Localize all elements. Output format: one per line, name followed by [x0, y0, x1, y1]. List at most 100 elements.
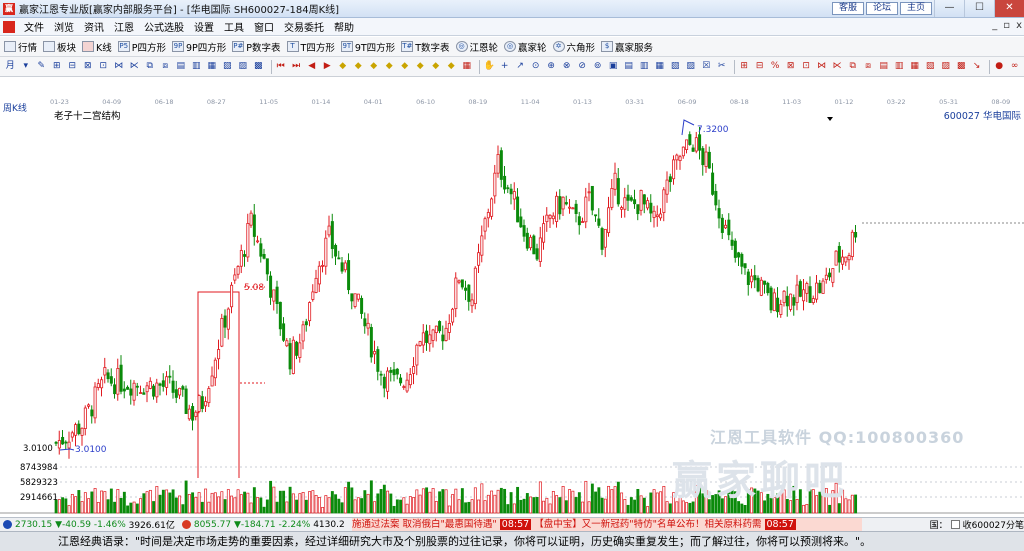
draw-tool-1-1-icon[interactable]: ⏭ — [290, 60, 303, 73]
draw-tool-3-12-icon[interactable]: ▧ — [924, 60, 937, 73]
draw-tool-2-15-icon[interactable]: ✂ — [715, 60, 728, 73]
menu-help[interactable]: 帮助 — [329, 19, 359, 34]
toolbar-item-7[interactable]: 9T 9T四方形 — [340, 40, 395, 54]
toolbar-item-5[interactable]: P# P数字表 — [232, 40, 281, 54]
toolbar-item-6[interactable]: T T四方形 — [286, 40, 335, 54]
draw-tool-3-11-icon[interactable]: ▦ — [908, 60, 921, 73]
toolbar-item-11[interactable]: ✡ 六角形 — [552, 40, 595, 54]
draw-tool-3-7-icon[interactable]: ⧉ — [846, 60, 859, 73]
draw-tool-2-3-icon[interactable]: ⊙ — [529, 60, 542, 73]
menu-formula-screener[interactable]: 公式选股 — [139, 19, 189, 34]
draw-tool-1-8-icon[interactable]: ◆ — [398, 60, 411, 73]
draw-tool-1-4-icon[interactable]: ◆ — [336, 60, 349, 73]
homepage-link[interactable]: 主页 — [900, 2, 932, 15]
draw-tool-2-4-icon[interactable]: ⊕ — [545, 60, 558, 73]
draw-tool-3-6-icon[interactable]: ⋉ — [831, 60, 844, 73]
indicator-name[interactable]: 老子十二宫结构 — [54, 108, 121, 122]
draw-tool-4-1-icon[interactable]: ∞ — [1008, 60, 1021, 73]
draw-tool-1-2-icon[interactable]: ◀ — [305, 60, 318, 73]
kline-chart[interactable]: 7.3200 3.0100 5.08 — [0, 77, 1024, 517]
draw-tool-0-0-icon[interactable]: 月 — [4, 60, 17, 73]
draw-tool-0-5-icon[interactable]: ⊠ — [82, 60, 95, 73]
menu-tools[interactable]: 工具 — [219, 19, 249, 34]
menu-settings[interactable]: 设置 — [189, 19, 219, 34]
draw-tool-0-6-icon[interactable]: ⊡ — [97, 60, 110, 73]
draw-tool-2-2-icon[interactable]: ↗ — [514, 60, 527, 73]
mdi-close-button[interactable]: x — [1016, 20, 1022, 31]
draw-tool-0-3-icon[interactable]: ⊞ — [51, 60, 64, 73]
draw-tool-1-0-icon[interactable]: ⏮ — [274, 60, 287, 73]
draw-tool-0-9-icon[interactable]: ⧉ — [144, 60, 157, 73]
draw-tool-1-5-icon[interactable]: ◆ — [352, 60, 365, 73]
toolbar-item-3[interactable]: P5 P四方形 — [117, 40, 166, 54]
draw-tool-2-9-icon[interactable]: ▤ — [622, 60, 635, 73]
draw-tool-0-12-icon[interactable]: ▥ — [190, 60, 203, 73]
toolbar-item-8[interactable]: T# T数字表 — [401, 40, 450, 54]
draw-tool-2-5-icon[interactable]: ⊗ — [560, 60, 573, 73]
draw-tool-2-7-icon[interactable]: ⊚ — [591, 60, 604, 73]
toolbar-item-0[interactable]: 行情 — [4, 40, 37, 54]
draw-tool-0-8-icon[interactable]: ⋉ — [128, 60, 141, 73]
draw-tool-3-0-icon[interactable]: ⊞ — [738, 60, 751, 73]
draw-tool-3-3-icon[interactable]: ⊠ — [784, 60, 797, 73]
draw-tool-0-4-icon[interactable]: ⊟ — [66, 60, 79, 73]
draw-tool-3-8-icon[interactable]: ⧈ — [862, 60, 875, 73]
draw-tool-0-7-icon[interactable]: ⋈ — [113, 60, 126, 73]
checkbox-icon[interactable] — [950, 520, 960, 529]
draw-tool-0-2-icon[interactable]: ✎ — [35, 60, 48, 73]
draw-tool-2-8-icon[interactable]: ▣ — [607, 60, 620, 73]
service-link[interactable]: 客服 — [832, 2, 864, 15]
maximize-button[interactable]: ☐ — [964, 0, 994, 17]
draw-tool-2-1-icon[interactable]: + — [498, 60, 511, 73]
toolbar-item-2[interactable]: K线 — [82, 40, 112, 54]
news-ticker[interactable]: 施通过法案 取消俄白"最惠国待遇" 08:57 【盘中宝】又一新冠药"特仿"名单… — [352, 518, 862, 531]
menu-news[interactable]: 资讯 — [79, 19, 109, 34]
draw-tool-1-6-icon[interactable]: ◆ — [367, 60, 380, 73]
mdi-restore-button[interactable]: ▫ — [1003, 20, 1010, 31]
draw-tool-1-9-icon[interactable]: ◆ — [414, 60, 427, 73]
draw-tool-0-10-icon[interactable]: ⧈ — [159, 60, 172, 73]
kline-chart-panel[interactable]: 7.3200 3.0100 5.08 01-23 04-09 06-18 08-27 11-… — [0, 77, 1024, 517]
shanghai-index[interactable]: 2730.15 ▼-40.59 -1.46% 3926.61亿 — [0, 518, 175, 531]
draw-tool-3-15-icon[interactable]: ↘ — [970, 60, 983, 73]
draw-tool-1-10-icon[interactable]: ◆ — [429, 60, 442, 73]
draw-tool-0-14-icon[interactable]: ▧ — [221, 60, 234, 73]
forum-link[interactable]: 论坛 — [866, 2, 898, 15]
draw-tool-0-16-icon[interactable]: ▩ — [252, 60, 265, 73]
draw-tool-3-4-icon[interactable]: ⊡ — [800, 60, 813, 73]
draw-tool-0-11-icon[interactable]: ▤ — [175, 60, 188, 73]
close-button[interactable]: ✕ — [994, 0, 1024, 17]
draw-tool-3-5-icon[interactable]: ⋈ — [815, 60, 828, 73]
draw-tool-2-14-icon[interactable]: ☒ — [700, 60, 713, 73]
toolbar-item-1[interactable]: 板块 — [43, 40, 76, 54]
toolbar-item-10[interactable]: ◎ 赢家轮 — [504, 40, 547, 54]
toolbar-item-12[interactable]: $ 赢家服务 — [601, 40, 653, 54]
draw-tool-2-11-icon[interactable]: ▦ — [653, 60, 666, 73]
period-label[interactable]: 周K线 — [3, 101, 27, 114]
draw-tool-1-11-icon[interactable]: ◆ — [445, 60, 458, 73]
menu-file[interactable]: 文件 — [19, 19, 49, 34]
draw-tool-3-14-icon[interactable]: ▩ — [955, 60, 968, 73]
toolbar-item-9[interactable]: ◎ 江恩轮 — [455, 40, 498, 54]
draw-tool-1-7-icon[interactable]: ◆ — [383, 60, 396, 73]
menu-browse[interactable]: 浏览 — [49, 19, 79, 34]
draw-tool-3-1-icon[interactable]: ⊟ — [753, 60, 766, 73]
draw-tool-1-12-icon[interactable]: ▦ — [460, 60, 473, 73]
minimize-button[interactable]: — — [934, 0, 964, 17]
draw-tool-2-13-icon[interactable]: ▨ — [684, 60, 697, 73]
draw-tool-1-3-icon[interactable]: ▶ — [321, 60, 334, 73]
draw-tool-0-15-icon[interactable]: ▨ — [237, 60, 250, 73]
draw-tool-2-10-icon[interactable]: ▥ — [638, 60, 651, 73]
shenzhen-index[interactable]: 8055.77 ▼-184.71 -2.24% 4130.2 — [179, 520, 345, 530]
draw-tool-3-2-icon[interactable]: % — [769, 60, 782, 73]
draw-tool-2-0-icon[interactable]: ✋ — [483, 60, 496, 73]
draw-tool-2-6-icon[interactable]: ⊘ — [576, 60, 589, 73]
draw-tool-3-10-icon[interactable]: ▥ — [893, 60, 906, 73]
draw-tool-3-13-icon[interactable]: ▨ — [939, 60, 952, 73]
draw-tool-4-0-icon[interactable]: ● — [993, 60, 1006, 73]
draw-tool-0-13-icon[interactable]: ▦ — [206, 60, 219, 73]
mdi-minimize-button[interactable]: _ — [992, 20, 997, 31]
draw-tool-3-9-icon[interactable]: ▤ — [877, 60, 890, 73]
tick-data-label[interactable]: 收600027分笔 — [963, 518, 1024, 531]
menu-gann[interactable]: 江恩 — [109, 19, 139, 34]
